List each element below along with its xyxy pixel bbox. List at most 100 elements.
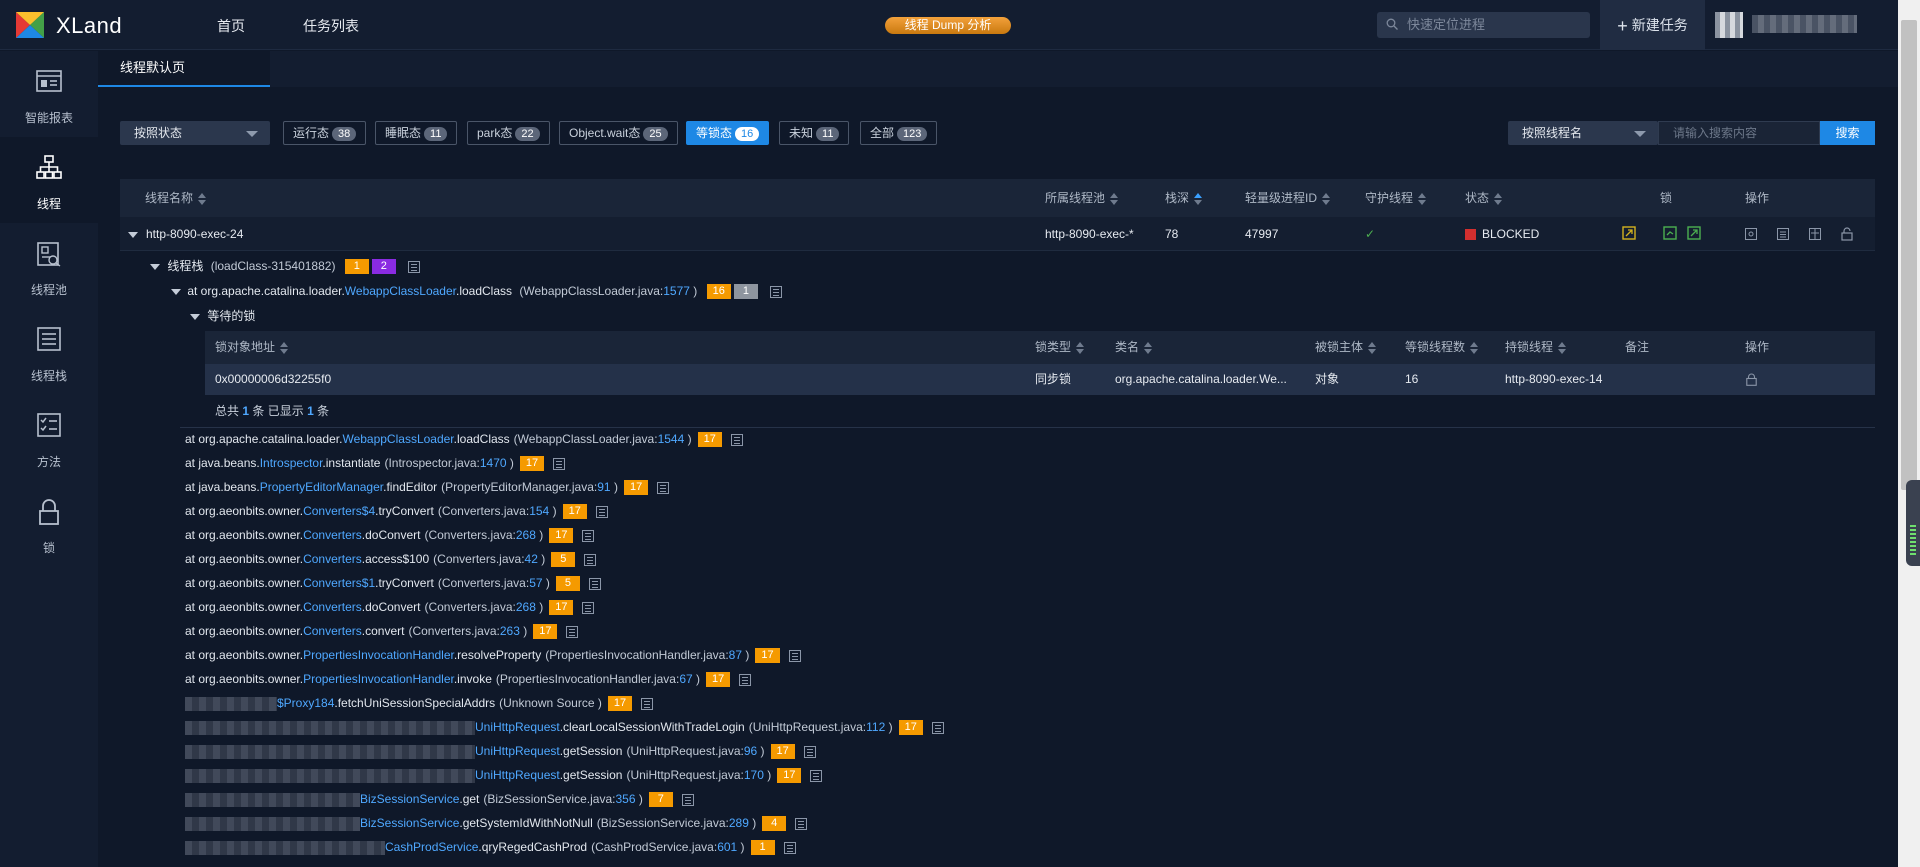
- stack-frame[interactable]: at org.aeonbits.owner.Converters.doConve…: [185, 525, 595, 545]
- scrollbar-thumb[interactable]: [1901, 20, 1917, 490]
- stack-frame[interactable]: at org.aeonbits.owner.Converters$1.tryCo…: [185, 573, 601, 593]
- table-icon[interactable]: [739, 673, 752, 686]
- frame-class[interactable]: CashProdService: [385, 840, 478, 854]
- frame-class[interactable]: BizSessionService: [360, 816, 459, 830]
- filter-pill-unknown[interactable]: 未知 11: [779, 121, 850, 145]
- lock-wait-icon[interactable]: [1687, 226, 1701, 240]
- stack-frame[interactable]: BizSessionService.getSystemIdWithNotNull…: [185, 813, 808, 833]
- frame-class[interactable]: UniHttpRequest: [475, 744, 560, 758]
- avatar[interactable]: [1715, 12, 1743, 38]
- table-icon[interactable]: [681, 793, 694, 806]
- sidebar-item-thread-pool[interactable]: 线程池: [0, 223, 98, 309]
- lh-type[interactable]: 锁类型: [1035, 331, 1085, 364]
- table-icon[interactable]: [770, 285, 783, 298]
- stack-frame[interactable]: at org.aeonbits.owner.Converters.convert…: [185, 621, 579, 641]
- side-widget[interactable]: [1906, 480, 1920, 566]
- unlock-icon[interactable]: [1841, 227, 1853, 241]
- frame-class[interactable]: Converters: [303, 552, 362, 566]
- frame-class[interactable]: Converters$4: [303, 504, 375, 518]
- frame-class[interactable]: UniHttpRequest: [475, 768, 560, 782]
- filter-pill-all[interactable]: 全部 123: [860, 121, 938, 145]
- sidebar-item-thread[interactable]: 线程: [0, 137, 98, 223]
- stack-frame[interactable]: $Proxy184.fetchUniSessionSpecialAddrs (Un…: [185, 693, 654, 713]
- table-icon[interactable]: [588, 577, 601, 590]
- stack-frame[interactable]: at java.beans.PropertyEditorManager.find…: [185, 477, 670, 497]
- sidebar-item-method[interactable]: 方法: [0, 395, 98, 481]
- new-task-button[interactable]: + 新建任务: [1600, 0, 1705, 50]
- table-icon[interactable]: [582, 601, 595, 614]
- stack-frame-top[interactable]: at org.apache.catalina.loader.WebappClas…: [171, 281, 783, 301]
- filter-pill-running[interactable]: 运行态 38: [283, 121, 367, 145]
- filter-pill-sleeping[interactable]: 睡眠态 11: [375, 121, 458, 145]
- filter-pill-waiting-lock[interactable]: 等锁态 16: [686, 121, 770, 145]
- th-thread-name[interactable]: 线程名称: [145, 179, 207, 217]
- lh-addr[interactable]: 锁对象地址: [215, 331, 289, 364]
- table-icon[interactable]: [595, 505, 608, 518]
- stack-frame[interactable]: at org.aeonbits.owner.PropertiesInvocati…: [185, 645, 801, 665]
- thread-name-cell[interactable]: http-8090-exec-24: [128, 217, 243, 251]
- lh-waiters[interactable]: 等锁线程数: [1405, 331, 1479, 364]
- stack-frame[interactable]: at org.aeonbits.owner.PropertiesInvocati…: [185, 669, 752, 689]
- filter-pill-object-wait[interactable]: Object.wait态 25: [559, 121, 678, 145]
- table-icon[interactable]: [657, 481, 670, 494]
- th-daemon[interactable]: 守护线程: [1365, 179, 1427, 217]
- stack-frame[interactable]: BizSessionService.get (BizSessionService.…: [185, 789, 694, 809]
- thread-name-select[interactable]: 按照线程名: [1508, 121, 1658, 145]
- frame-class[interactable]: UniHttpRequest: [475, 720, 560, 734]
- search-button[interactable]: 搜索: [1820, 121, 1875, 145]
- compare-icon[interactable]: [1809, 228, 1821, 240]
- username-redacted[interactable]: [1752, 15, 1857, 33]
- filter-pill-park[interactable]: park态 22: [467, 121, 550, 145]
- lh-holder[interactable]: 持锁线程: [1505, 331, 1567, 364]
- state-select[interactable]: 按照状态: [120, 121, 270, 145]
- unlock-icon[interactable]: [1746, 373, 1757, 386]
- lh-subject[interactable]: 被锁主体: [1315, 331, 1377, 364]
- table-icon[interactable]: [803, 745, 816, 758]
- table-icon[interactable]: [795, 817, 808, 830]
- lock-row[interactable]: 0x00000006d32255f0 同步锁 org.apache.catali…: [205, 364, 1875, 395]
- table-icon[interactable]: [584, 553, 597, 566]
- frame-class[interactable]: PropertyEditorManager: [260, 480, 383, 494]
- stack-frame[interactable]: CashProdService.qryRegedCashProd (CashPro…: [185, 837, 796, 857]
- lock-holder-cell[interactable]: http-8090-exec-14: [1505, 364, 1602, 395]
- frame-class[interactable]: Converters: [303, 600, 362, 614]
- frame-class[interactable]: WebappClassLoader: [345, 284, 456, 298]
- expand-caret-icon[interactable]: [171, 288, 181, 295]
- frame-class[interactable]: Converters: [303, 528, 362, 542]
- table-icon[interactable]: [582, 529, 595, 542]
- table-icon[interactable]: [730, 433, 743, 446]
- table-icon[interactable]: [810, 769, 823, 782]
- sidebar-item-lock[interactable]: 锁: [0, 481, 98, 567]
- frame-class[interactable]: WebappClassLoader: [342, 432, 453, 446]
- table-icon[interactable]: [553, 457, 566, 470]
- nav-task-list[interactable]: 任务列表: [303, 16, 359, 36]
- nav-home[interactable]: 首页: [217, 16, 245, 36]
- stack-frame[interactable]: UniHttpRequest.clearLocalSessionWithTrad…: [185, 717, 944, 737]
- stack-frame[interactable]: UniHttpRequest.getSession (UniHttpRequest…: [185, 741, 816, 761]
- sidebar-item-thread-stack[interactable]: 线程栈: [0, 309, 98, 395]
- table-icon[interactable]: [566, 625, 579, 638]
- frame-class[interactable]: Converters: [303, 624, 362, 638]
- table-icon[interactable]: [788, 649, 801, 662]
- frame-class[interactable]: Converters$1: [303, 576, 375, 590]
- stack-frame[interactable]: UniHttpRequest.getSession (UniHttpRequest…: [185, 765, 823, 785]
- sidebar-item-report[interactable]: 智能报表: [0, 51, 98, 137]
- expand-caret-icon[interactable]: [128, 231, 138, 238]
- stack-frame[interactable]: at org.apache.catalina.loader.WebappClas…: [185, 429, 743, 449]
- thread-search-input[interactable]: 请输入搜索内容: [1658, 121, 1820, 145]
- lock-held-icon[interactable]: [1622, 226, 1636, 240]
- view-detail-icon[interactable]: [1745, 228, 1757, 240]
- stack-frame[interactable]: at java.beans.Introspector.instantiate (I…: [185, 453, 566, 473]
- stack-header[interactable]: 线程栈 (loadClass-315401882) 12: [150, 256, 421, 276]
- table-icon[interactable]: [931, 721, 944, 734]
- table-icon[interactable]: [641, 697, 654, 710]
- frame-class[interactable]: $Proxy184: [277, 696, 334, 710]
- thread-row[interactable]: http-8090-exec-24 http-8090-exec-* 78 47…: [120, 217, 1875, 251]
- process-search-input[interactable]: 快速定位进程: [1377, 12, 1590, 38]
- th-state[interactable]: 状态: [1465, 179, 1503, 217]
- stack-frame[interactable]: at org.aeonbits.owner.Converters$4.tryCo…: [185, 501, 608, 521]
- frame-class[interactable]: PropertiesInvocationHandler: [303, 672, 454, 686]
- stack-frame[interactable]: at org.aeonbits.owner.Converters.doConve…: [185, 597, 595, 617]
- expand-caret-icon[interactable]: [150, 263, 160, 270]
- table-icon[interactable]: [408, 260, 421, 273]
